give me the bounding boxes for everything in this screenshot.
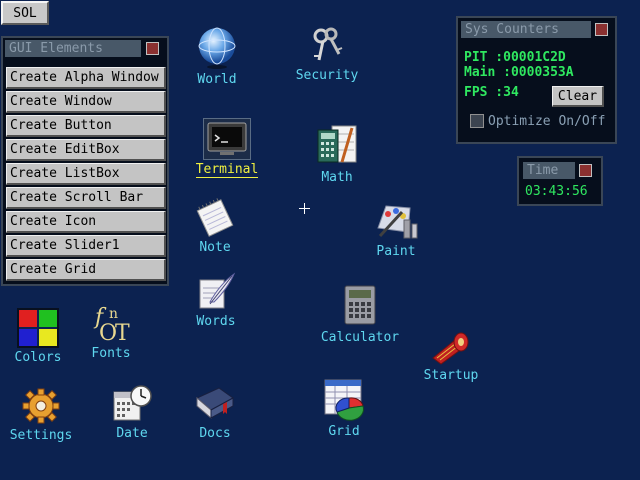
sys-counters-title[interactable]: Sys Counters [461, 21, 591, 38]
time-window-title-text: Time [527, 163, 559, 178]
time-window[interactable]: Time 03:43:56 [517, 156, 603, 206]
keys-icon [313, 27, 343, 61]
math-icon-shortcut[interactable]: Math [312, 124, 362, 185]
colors-icon-shortcut[interactable]: Colors [12, 308, 64, 365]
quill-document-icon [199, 272, 236, 309]
time-window-title[interactable]: Time [523, 162, 575, 179]
paint-label: Paint [376, 244, 416, 259]
gui-window-close-button[interactable] [146, 42, 159, 55]
globe-icon [198, 27, 236, 69]
gui-elements-list: Create Alpha Window Create Window Create… [6, 67, 166, 283]
world-icon-shortcut[interactable]: World [192, 26, 242, 87]
note-label: Note [199, 240, 231, 255]
crosshair-cursor-icon [299, 203, 310, 214]
terminal-label: Terminal [195, 162, 259, 178]
fonts-icon-shortcut[interactable]: f n O T Fonts [88, 300, 134, 361]
clock-value: 03:43:56 [525, 184, 588, 199]
optimize-checkbox[interactable] [470, 114, 484, 128]
fonts-icon: f n O T [93, 305, 130, 344]
startup-icon-shortcut[interactable]: Startup [420, 330, 482, 383]
words-label: Words [196, 314, 236, 329]
optimize-label: Optimize On/Off [488, 114, 606, 129]
calculator-icon [344, 285, 376, 325]
paint-icon-shortcut[interactable]: Paint [372, 198, 420, 259]
math-calculator-icon [317, 125, 357, 163]
paint-palette-icon [377, 205, 418, 239]
docs-label: Docs [199, 426, 231, 441]
colors-label: Colors [14, 350, 62, 365]
create-icon-button[interactable]: Create Icon [6, 211, 166, 233]
svg-text:n: n [109, 306, 118, 322]
create-editbox-button[interactable]: Create EditBox [6, 139, 166, 161]
terminal-icon [207, 122, 247, 155]
sys-counters-title-text: Sys Counters [465, 22, 559, 37]
gui-window-title[interactable]: GUI Elements [5, 40, 141, 57]
docs-icon-shortcut[interactable]: Docs [194, 384, 236, 441]
startup-label: Startup [423, 368, 479, 383]
gui-window-title-text: GUI Elements [9, 41, 103, 56]
sys-counters-window[interactable]: Sys Counters PIT :00001C2D Main :0000353… [456, 16, 617, 144]
settings-label: Settings [9, 428, 73, 443]
security-label: Security [295, 68, 359, 83]
create-listbox-button[interactable]: Create ListBox [6, 163, 166, 185]
sys-counters-close-button[interactable] [595, 23, 608, 36]
pit-counter: PIT :00001C2D [464, 50, 566, 65]
fonts-label: Fonts [91, 346, 131, 361]
create-button-button[interactable]: Create Button [6, 115, 166, 137]
settings-icon-shortcut[interactable]: Settings [6, 386, 76, 443]
notepad-icon [196, 198, 234, 237]
create-window-button[interactable]: Create Window [6, 91, 166, 113]
date-label: Date [116, 426, 148, 441]
grid-icon-shortcut[interactable]: Grid [320, 378, 368, 439]
calendar-clock-icon [113, 385, 152, 421]
gui-elements-window[interactable]: GUI Elements Create Alpha Window Create … [1, 36, 169, 286]
main-counter: Main :0000353A [464, 65, 574, 80]
create-scrollbar-button[interactable]: Create Scroll Bar [6, 187, 166, 209]
create-slider-button[interactable]: Create Slider1 [6, 235, 166, 257]
create-alpha-window-button[interactable]: Create Alpha Window [6, 67, 166, 89]
start-button-label: SOL [13, 5, 37, 21]
date-icon-shortcut[interactable]: Date [110, 382, 154, 441]
words-icon-shortcut[interactable]: Words [194, 270, 238, 329]
time-window-close-button[interactable] [579, 164, 592, 177]
terminal-icon-shortcut[interactable]: Terminal [194, 118, 260, 178]
calculator-icon-shortcut[interactable]: Calculator [317, 284, 403, 345]
fps-counter: FPS :34 [464, 85, 519, 100]
clear-button[interactable]: Clear [552, 86, 604, 107]
world-label: World [197, 72, 237, 87]
spreadsheet-chart-icon [324, 379, 364, 421]
start-button[interactable]: SOL [1, 1, 49, 25]
gear-icon [22, 388, 60, 424]
calculator-label: Calculator [320, 330, 400, 345]
color-squares-icon [17, 308, 59, 348]
book-icon [196, 387, 234, 420]
terminal-icon-frame [203, 118, 251, 160]
math-label: Math [321, 170, 353, 185]
security-icon-shortcut[interactable]: Security [292, 26, 362, 83]
svg-text:T: T [115, 321, 130, 344]
startup-carpet-icon [432, 332, 469, 365]
create-grid-button[interactable]: Create Grid [6, 259, 166, 281]
note-icon-shortcut[interactable]: Note [194, 198, 236, 255]
grid-label: Grid [328, 424, 360, 439]
